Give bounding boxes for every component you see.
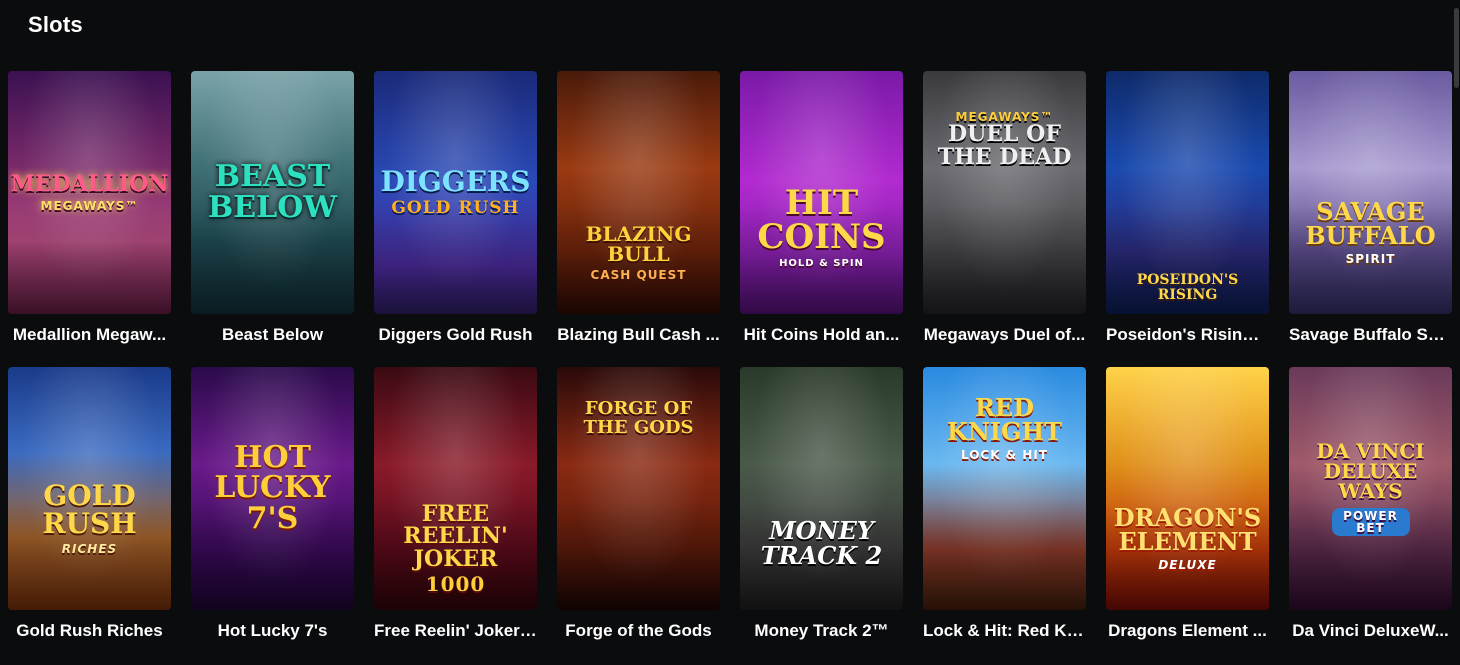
game-thumbnail[interactable]: Poseidon's Rising bbox=[1106, 71, 1269, 314]
game-art-title: Hot Lucky 7's bbox=[214, 439, 331, 536]
game-card-hit-coins[interactable]: Hit Coins Hold & Spin Hit Coins Hold an..… bbox=[740, 71, 903, 345]
game-card-duel-of-the-dead[interactable]: Megaways™ Duel of the Dead Megaways Duel … bbox=[923, 71, 1086, 345]
game-art-title: Red Knight Lock & Hit bbox=[946, 392, 1063, 462]
section-title: Slots bbox=[28, 12, 83, 37]
game-thumbnail[interactable]: Blazing Bull Cash Quest bbox=[557, 71, 720, 314]
game-thumbnail[interactable]: Beast Below bbox=[191, 71, 354, 314]
game-card-da-vinci-deluxe-ways[interactable]: Da Vinci Deluxe Ways Power Bet Da Vinci D… bbox=[1289, 367, 1452, 641]
game-title[interactable]: Megaways Duel of... bbox=[923, 325, 1086, 345]
game-art-subtitle: Hold & Spin bbox=[779, 258, 864, 270]
game-card-medallion-megaways[interactable]: Medallion Megaways™ Medallion Megaw... bbox=[8, 71, 171, 345]
game-art-subtitle: 1000 bbox=[425, 571, 486, 596]
game-title[interactable]: Medallion Megaw... bbox=[8, 325, 171, 345]
game-card-diggers-gold-rush[interactable]: Diggers Gold Rush Diggers Gold Rush bbox=[374, 71, 537, 345]
game-art-subtitle: Spirit bbox=[1345, 251, 1396, 266]
game-grid: Medallion Megaways™ Medallion Megaw... Be… bbox=[8, 71, 1452, 641]
game-title[interactable]: Poseidon's Rising ... bbox=[1106, 325, 1269, 345]
game-title[interactable]: Dragons Element ... bbox=[1106, 621, 1269, 641]
game-title[interactable]: Money Track 2™ bbox=[740, 621, 903, 641]
game-art-title: Money Track 2 bbox=[760, 516, 883, 570]
game-art-title: Diggers Gold Rush bbox=[380, 164, 531, 219]
game-thumbnail[interactable]: Hot Lucky 7's bbox=[191, 367, 354, 610]
game-card-dragons-element[interactable]: Dragon's Element Deluxe Dragons Element .… bbox=[1106, 367, 1269, 641]
game-art-title: Medallion Megaways™ bbox=[10, 171, 169, 213]
game-title[interactable]: Free Reelin' Joker ... bbox=[374, 621, 537, 641]
game-thumbnail[interactable]: Da Vinci Deluxe Ways Power Bet bbox=[1289, 367, 1452, 610]
game-art-title: Blazing Bull Cash Quest bbox=[557, 224, 720, 281]
game-art-subtitle: Gold Rush bbox=[391, 198, 520, 219]
game-thumbnail[interactable]: Medallion Megaways™ bbox=[8, 71, 171, 314]
scrollbar-thumb[interactable] bbox=[1454, 8, 1459, 88]
game-title[interactable]: Savage Buffalo Sp... bbox=[1289, 325, 1452, 345]
game-thumbnail[interactable]: Megaways™ Duel of the Dead bbox=[923, 71, 1086, 314]
game-title[interactable]: Hit Coins Hold an... bbox=[740, 325, 903, 345]
game-thumbnail[interactable]: Forge of the Gods bbox=[557, 367, 720, 610]
game-art-subtitle: Lock & Hit bbox=[960, 447, 1049, 462]
game-art-title: Da Vinci Deluxe Ways Power Bet bbox=[1316, 438, 1425, 537]
game-thumbnail[interactable]: Diggers Gold Rush bbox=[374, 71, 537, 314]
game-thumbnail[interactable]: Hit Coins Hold & Spin bbox=[740, 71, 903, 314]
game-title[interactable]: Diggers Gold Rush bbox=[374, 325, 537, 345]
game-title[interactable]: Gold Rush Riches bbox=[8, 621, 171, 641]
game-art-title: Beast Below bbox=[207, 158, 338, 225]
game-thumbnail[interactable]: Money Track 2 bbox=[740, 367, 903, 610]
game-thumbnail[interactable]: Gold Rush Riches bbox=[8, 367, 171, 610]
game-art-title: Gold Rush Riches bbox=[42, 478, 137, 556]
game-title[interactable]: Forge of the Gods bbox=[557, 621, 720, 641]
game-thumbnail[interactable]: Red Knight Lock & Hit bbox=[923, 367, 1086, 610]
game-art-subtitle: Riches bbox=[61, 541, 118, 556]
game-title[interactable]: Da Vinci DeluxeW... bbox=[1289, 621, 1452, 641]
game-thumbnail[interactable]: Dragon's Element Deluxe bbox=[1106, 367, 1269, 610]
game-art-subtitle: Power Bet bbox=[1331, 507, 1410, 537]
game-title[interactable]: Blazing Bull Cash ... bbox=[557, 325, 720, 345]
vertical-scrollbar[interactable] bbox=[1453, 0, 1460, 665]
game-art-title: Poseidon's Rising bbox=[1136, 272, 1239, 303]
game-title[interactable]: Lock & Hit: Red Kn... bbox=[923, 621, 1086, 641]
game-art-subtitle: Cash Quest bbox=[590, 267, 687, 282]
game-title[interactable]: Beast Below bbox=[191, 325, 354, 345]
game-art-subtitle: Deluxe bbox=[1158, 557, 1217, 572]
game-thumbnail[interactable]: Savage Buffalo Spirit bbox=[1289, 71, 1452, 314]
game-card-savage-buffalo-spirit[interactable]: Savage Buffalo Spirit Savage Buffalo Sp..… bbox=[1289, 71, 1452, 345]
game-art-subtitle: Megaways™ bbox=[40, 198, 139, 213]
game-card-money-track-2[interactable]: Money Track 2 Money Track 2™ bbox=[740, 367, 903, 641]
game-card-poseidons-rising[interactable]: Poseidon's Rising Poseidon's Rising ... bbox=[1106, 71, 1269, 345]
game-card-free-reelin-joker[interactable]: Free Reelin' Joker 1000 Free Reelin' Joke… bbox=[374, 367, 537, 641]
game-art-title: Hit Coins Hold & Spin bbox=[757, 182, 886, 270]
game-card-red-knight[interactable]: Red Knight Lock & Hit Lock & Hit: Red Kn.… bbox=[923, 367, 1086, 641]
game-card-hot-lucky-7s[interactable]: Hot Lucky 7's Hot Lucky 7's bbox=[191, 367, 354, 641]
game-art-title: Savage Buffalo Spirit bbox=[1305, 196, 1436, 266]
game-title[interactable]: Hot Lucky 7's bbox=[191, 621, 354, 641]
game-card-blazing-bull[interactable]: Blazing Bull Cash Quest Blazing Bull Cash… bbox=[557, 71, 720, 345]
game-card-beast-below[interactable]: Beast Below Beast Below bbox=[191, 71, 354, 345]
game-card-gold-rush-riches[interactable]: Gold Rush Riches Gold Rush Riches bbox=[8, 367, 171, 641]
game-card-forge-of-the-gods[interactable]: Forge of the Gods Forge of the Gods bbox=[557, 367, 720, 641]
game-art-title: Forge of the Gods bbox=[583, 398, 694, 438]
game-art-title: Free Reelin' Joker 1000 bbox=[374, 502, 537, 596]
game-art-title: Megaways™ Duel of the Dead bbox=[937, 109, 1072, 170]
game-thumbnail[interactable]: Free Reelin' Joker 1000 bbox=[374, 367, 537, 610]
game-art-title: Dragon's Element Deluxe bbox=[1113, 502, 1262, 572]
